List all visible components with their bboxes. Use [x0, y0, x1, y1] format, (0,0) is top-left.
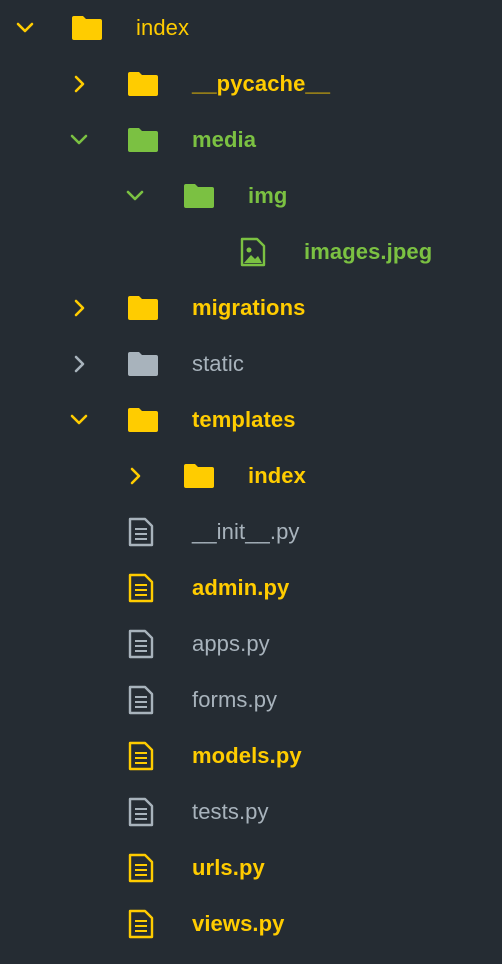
tree-row-label: img: [248, 183, 288, 208]
file-icon: [124, 504, 158, 560]
tree-row-templates[interactable]: templates: [0, 392, 502, 448]
chevron-down-icon[interactable]: [70, 392, 88, 448]
tree-row-images-jpeg[interactable]: images.jpeg: [0, 224, 502, 280]
tree-row-init-py[interactable]: __init__.py: [0, 504, 502, 560]
folder-icon: [126, 280, 160, 336]
file-icon: [124, 896, 158, 952]
file-icon: [124, 840, 158, 896]
folder-icon: [126, 56, 160, 112]
image-file-icon: [236, 224, 270, 280]
tree-row-label: index: [136, 15, 190, 40]
tree-row-label: admin.py: [192, 575, 290, 600]
tree-row-forms-py[interactable]: forms.py: [0, 672, 502, 728]
tree-row-urls-py[interactable]: urls.py: [0, 840, 502, 896]
chevron-right-icon[interactable]: [70, 56, 88, 112]
tree-row-migrations[interactable]: migrations: [0, 280, 502, 336]
tree-row-admin-py[interactable]: admin.py: [0, 560, 502, 616]
tree-row-img[interactable]: img: [0, 168, 502, 224]
tree-row-label: media: [192, 127, 257, 152]
chevron-down-icon[interactable]: [126, 168, 144, 224]
file-icon: [124, 616, 158, 672]
tree-row-label: migrations: [192, 295, 306, 320]
chevron-right-icon[interactable]: [70, 280, 88, 336]
tree-row-templates-index[interactable]: index: [0, 448, 502, 504]
file-icon: [124, 784, 158, 840]
tree-row-label: index: [248, 463, 306, 488]
chevron-down-icon[interactable]: [16, 0, 34, 56]
tree-row-label: urls.py: [192, 855, 265, 880]
tree-row-views-py[interactable]: views.py: [0, 896, 502, 952]
file-icon: [124, 728, 158, 784]
chevron-down-icon[interactable]: [70, 112, 88, 168]
folder-icon: [126, 112, 160, 168]
tree-row-label: forms.py: [192, 687, 278, 712]
tree-row-label: models.py: [192, 743, 302, 768]
tree-row-tests-py[interactable]: tests.py: [0, 784, 502, 840]
tree-row-static[interactable]: static: [0, 336, 502, 392]
tree-row-label: templates: [192, 407, 296, 432]
tree-row-label: apps.py: [192, 631, 270, 656]
chevron-right-icon[interactable]: [70, 336, 88, 392]
tree-row-label: views.py: [192, 911, 285, 936]
file-tree: index __pycache__ media img images.jpeg …: [0, 0, 502, 964]
file-icon: [124, 672, 158, 728]
tree-row-models-py[interactable]: models.py: [0, 728, 502, 784]
chevron-right-icon[interactable]: [126, 448, 144, 504]
tree-row-label: tests.py: [192, 799, 269, 824]
tree-row-apps-py[interactable]: apps.py: [0, 616, 502, 672]
tree-row-label: images.jpeg: [304, 239, 433, 264]
tree-row-label: __pycache__: [192, 71, 331, 96]
tree-row-pycache[interactable]: __pycache__: [0, 56, 502, 112]
folder-icon: [70, 0, 104, 56]
tree-row-label: static: [192, 351, 244, 376]
file-icon: [124, 560, 158, 616]
tree-row-label: __init__.py: [192, 519, 300, 544]
folder-icon: [182, 448, 216, 504]
tree-row-media[interactable]: media: [0, 112, 502, 168]
folder-icon: [126, 392, 160, 448]
tree-row-index[interactable]: index: [0, 0, 502, 56]
folder-icon: [182, 168, 216, 224]
folder-icon: [126, 336, 160, 392]
